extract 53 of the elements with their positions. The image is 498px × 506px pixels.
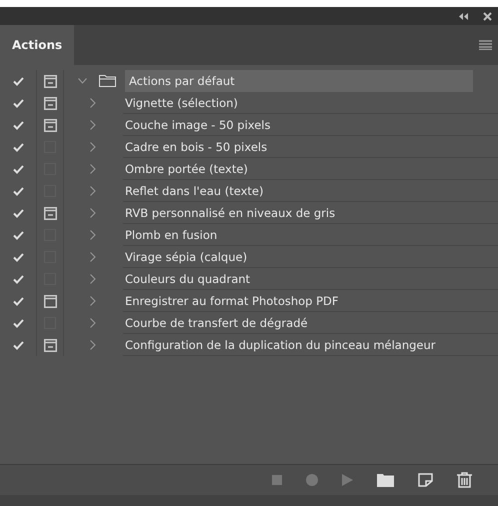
action-label[interactable]: RVB personnalisé en niveaux de gris (123, 202, 498, 224)
chevron-down-icon[interactable] (78, 78, 87, 84)
collapse-icon[interactable] (459, 12, 469, 20)
dialog-toggle-icon[interactable] (44, 96, 56, 110)
trash-icon[interactable] (457, 472, 472, 488)
check-icon[interactable] (12, 120, 24, 130)
check-icon[interactable] (12, 296, 24, 306)
check-icon[interactable] (12, 142, 24, 152)
folder-icon[interactable] (377, 474, 394, 486)
chevron-right-icon[interactable] (90, 230, 96, 240)
action-label[interactable]: Couche image - 50 pixels (123, 114, 498, 136)
chevron-right-icon[interactable] (90, 142, 96, 152)
close-icon[interactable] (483, 12, 492, 20)
action-label[interactable]: Virage sépia (calque) (123, 246, 498, 268)
chevron-right-icon[interactable] (90, 296, 96, 306)
check-icon[interactable] (12, 318, 24, 328)
panel-tab[interactable]: Actions (0, 25, 74, 65)
action-label[interactable]: Plomb en fusion (123, 224, 498, 246)
chevron-right-icon[interactable] (90, 252, 96, 262)
chevron-right-icon[interactable] (90, 208, 96, 218)
new-item-icon[interactable] (418, 473, 433, 487)
action-label[interactable]: Reflet dans l'eau (texte) (123, 180, 498, 202)
chevron-right-icon[interactable] (90, 340, 96, 350)
action-label[interactable]: Courbe de transfert de dégradé (123, 312, 498, 334)
check-icon[interactable] (12, 230, 24, 240)
dialog-toggle-icon[interactable] (44, 294, 56, 308)
dialog-toggle-icon[interactable] (44, 74, 56, 88)
check-icon[interactable] (12, 76, 24, 86)
chevron-right-icon[interactable] (90, 318, 96, 328)
check-icon[interactable] (12, 208, 24, 218)
chevron-right-icon[interactable] (90, 186, 96, 196)
action-label[interactable]: Couleurs du quadrant (123, 268, 498, 290)
chevron-right-icon[interactable] (90, 98, 96, 108)
action-label[interactable]: Actions par défaut (125, 70, 473, 92)
dialog-toggle-icon[interactable] (44, 338, 56, 352)
dialog-toggle-icon[interactable] (44, 118, 56, 132)
action-label[interactable]: Vignette (sélection) (123, 92, 498, 114)
action-label[interactable]: Enregistrer au format Photoshop PDF (123, 290, 498, 312)
check-icon[interactable] (12, 252, 24, 262)
chevron-right-icon[interactable] (90, 274, 96, 284)
check-icon[interactable] (12, 98, 24, 108)
dialog-toggle-icon[interactable] (44, 206, 56, 220)
menu-icon[interactable] (479, 40, 492, 50)
action-label[interactable]: Cadre en bois - 50 pixels (123, 136, 498, 158)
chevron-right-icon[interactable] (90, 120, 96, 130)
check-icon[interactable] (12, 186, 24, 196)
check-icon[interactable] (12, 164, 24, 174)
action-label[interactable]: Configuration de la duplication du pinceau mélangeur (123, 334, 498, 356)
check-icon[interactable] (12, 274, 24, 284)
chevron-right-icon[interactable] (90, 164, 96, 174)
action-label[interactable]: Ombre portée (texte) (123, 158, 498, 180)
folder-icon (99, 75, 116, 87)
check-icon[interactable] (12, 340, 24, 350)
